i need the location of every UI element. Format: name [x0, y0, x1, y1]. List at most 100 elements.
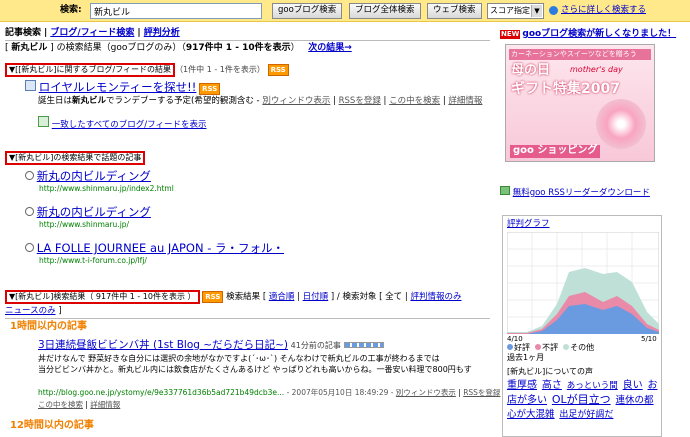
rss-reader-download-link[interactable]: 無料goo RSSリーダーダウンロード — [513, 188, 650, 198]
keyword-link[interactable]: OLが目立つ — [552, 393, 611, 406]
category-12h-heading: 12時間以内の記事 — [10, 420, 94, 431]
category-1h-heading: 1時間以内の記事 — [10, 321, 87, 332]
search-within-link[interactable]: この中を検索 — [389, 96, 440, 106]
article-desc-1: 丼だけなんで 野菜好きな自分には選択の余地がなかですよ(´･ω･`) そんなわけ… — [38, 354, 440, 363]
summary-query: 新丸ビル — [11, 43, 48, 53]
article-actions: この中を検索 | 詳細情報 — [38, 400, 121, 409]
all-blogs-row: 一致したすべてのブログ/フィードを表示 — [38, 116, 206, 131]
flower-image — [596, 99, 646, 149]
divider — [5, 318, 490, 319]
hot-article-item: 新丸の内ビルディング http://www.shinmaru.jp/index2… — [23, 169, 174, 193]
ad-english-title: mother's day — [570, 65, 623, 74]
section-title: [新丸ビル]に関するブログ/フィードの結果 — [18, 65, 172, 74]
blog-icon — [25, 80, 36, 91]
hot-article-url: http://www.t-i-forum.co.jp/lfj/ — [39, 255, 147, 265]
reputation-graph-link[interactable]: 評判グラフ — [507, 219, 550, 230]
score-select[interactable]: スコア指定 ▼ — [487, 3, 544, 19]
news-notice: NEW gooブログ検索が新しくなりました！ — [500, 29, 676, 40]
paperclip-icon — [23, 241, 36, 254]
article-item: 3日連続昼飯ビビンバ丼 (1st Blog ~だらだら日記~) 41分前の記事 — [38, 339, 384, 352]
paperclip-icon — [23, 169, 36, 182]
detail-info-link[interactable]: 詳細情報 — [90, 400, 120, 409]
register-rss-link[interactable]: RSSを登録 — [339, 96, 381, 106]
hot-articles-section-header: ▼[新丸ビル]の検索結果で話題の記事 — [5, 151, 146, 165]
open-new-window-link[interactable]: 別ウィンドウ表示 — [262, 96, 330, 106]
keyword-link[interactable]: 高さ — [542, 380, 562, 391]
article-url: http://blog.goo.ne.jp/ystomy/e/9e337761d… — [38, 388, 285, 397]
tab-blog-feed-search[interactable]: ブログ/フィード検索 — [50, 28, 134, 38]
arrow-circle-icon — [549, 6, 558, 15]
all-blog-search-button[interactable]: ブログ全体検索 — [349, 3, 421, 19]
search-within-link[interactable]: この中を検索 — [38, 400, 83, 409]
news-link[interactable]: gooブログ検索が新しくなりました！ — [522, 29, 676, 39]
article-title[interactable]: 3日連続昼飯ビビンバ丼 (1st Blog ~だらだら日記~) — [38, 339, 288, 351]
section-title: ▼[新丸ビル]検索結果（ 917件中 1 - 10件を表示 ） — [9, 292, 196, 301]
keyword-link[interactable]: 良い — [623, 380, 643, 391]
section-title: ▼[新丸ビル]の検索結果で話題の記事 — [9, 153, 142, 162]
target-reputation-link[interactable]: 評判情報のみ — [410, 292, 461, 302]
hot-article-item: LA FOLLE JOURNEE au JAPON - ラ・フォル・ http:… — [23, 241, 284, 265]
score-bar — [343, 342, 384, 348]
advanced-search-link[interactable]: さらに詳しく検索する — [561, 5, 646, 16]
blog-result-desc: 誕生日は新丸ビルでランデブーする予定(希望的観測含む - 別ウィンドウ表示 | … — [38, 96, 483, 106]
next-results-link[interactable]: 次の結果→ — [308, 43, 352, 53]
other-legend-swatch — [563, 344, 570, 350]
good-legend-swatch — [507, 344, 513, 350]
keywords-label: [新丸ビル]についての声 — [507, 367, 594, 376]
detail-info-link[interactable]: 詳細情報 — [448, 96, 482, 106]
hot-article-title[interactable]: 新丸の内ビルディング — [37, 205, 151, 219]
graph-legend: 好評 不評 その他 — [507, 343, 594, 353]
article-desc-2: 当分ビビンバ丼かと。新丸ビル内には飲食店がたくさんあるけど やっぱりどれも高いか… — [38, 365, 472, 374]
tab-reputation-analysis[interactable]: 評判分析 — [144, 28, 180, 38]
ad-subtitle: カーネーションやスイーツなどを贈ろう — [509, 49, 651, 60]
chevron-down-icon: ▼ — [531, 5, 542, 17]
list-icon — [38, 116, 49, 127]
rss-icon[interactable]: RSS — [199, 83, 221, 95]
goo-blog-search-button[interactable]: gooブログ検索 — [272, 3, 343, 19]
graph-end-label: 5/10 — [641, 335, 657, 343]
blog-result-title[interactable]: ロイヤルレモンティーを探せ!! — [39, 80, 197, 94]
graph-period: 過去1ヶ月 — [507, 353, 545, 362]
sort-relevance-link[interactable]: 適合順 — [269, 292, 295, 302]
article-date: - 2007年05月10日 18:49:29 - — [286, 388, 394, 397]
blog-result-item: ロイヤルレモンティーを探せ!! RSS — [25, 80, 221, 95]
hot-article-url: http://www.shinmaru.jp/index2.html — [39, 183, 174, 193]
keyword-list: 重厚感 高さ あっという間 良い お店が多い OLが目立つ 連休の都心が大混雑 … — [507, 379, 659, 422]
article-meta: http://blog.goo.ne.jp/ystomy/e/9e337761d… — [38, 388, 501, 397]
section-title-box: ▼[[新丸ビル]に関するブログ/フィードの結果 — [5, 63, 176, 77]
rss-icon[interactable]: RSS — [267, 64, 289, 76]
rss-reader-row: 無料goo RSSリーダーダウンロード — [500, 186, 650, 199]
target-news-link[interactable]: ニュースのみ — [5, 306, 56, 316]
hot-article-title[interactable]: LA FOLLE JOURNEE au JAPON - ラ・フォル・ — [37, 241, 284, 255]
download-icon — [500, 186, 510, 195]
tab-article-search[interactable]: 記事検索 — [5, 28, 41, 38]
summary-count: 917件中 1 - 10件を表示 — [185, 43, 291, 53]
reputation-graph — [507, 232, 659, 334]
ad-gift-title: ギフト特集2007 — [511, 81, 620, 97]
hot-article-url: http://www.shinmaru.jp/ — [39, 219, 130, 229]
section-title-box: ▼[新丸ビル]検索結果（ 917件中 1 - 10件を表示 ） — [5, 290, 200, 304]
open-new-window-link[interactable]: 別ウィンドウ表示 — [396, 388, 456, 397]
web-search-button[interactable]: ウェブ検索 — [427, 3, 482, 19]
sort-date-link[interactable]: 日付順 — [303, 292, 329, 302]
reputation-graph-panel: 評判グラフ 4/10 5/10 好評 不評 その他 過去1ヶ月 [新丸ビル]につ… — [502, 215, 662, 437]
mothers-day-ad-banner[interactable]: カーネーションやスイーツなどを贈ろう 母の日 mother's day ギフト特… — [505, 44, 655, 162]
show-all-blogs-link[interactable]: 一致したすべてのブログ/フィードを表示 — [52, 120, 207, 130]
register-rss-link[interactable]: RSSを登録 — [463, 388, 500, 397]
blog-feed-section-header: ▼[[新丸ビル]に関するブログ/フィードの結果 （1件中 1 - 1件を表示） R… — [5, 63, 289, 77]
result-summary: [ 新丸ビル ] の検索結果（gooブログのみ）（917件中 1 - 10件を表… — [5, 43, 352, 53]
divider — [5, 40, 490, 41]
goo-shopping-logo: goo ショッピング — [510, 145, 601, 158]
search-input[interactable] — [90, 3, 262, 19]
sort-label: 検索結果 [ — [226, 292, 267, 302]
ad-title: 母の日 — [511, 63, 551, 78]
keyword-link[interactable]: あっという間 — [567, 381, 618, 391]
search-tabs: 記事検索 | ブログ/フィード検索 | 評判分析 — [5, 28, 180, 38]
paperclip-icon — [23, 205, 36, 218]
rss-icon[interactable]: RSS — [202, 291, 224, 303]
hot-article-title[interactable]: 新丸の内ビルディング — [37, 169, 151, 183]
hot-article-item: 新丸の内ビルディング http://www.shinmaru.jp/ — [23, 205, 151, 229]
keyword-link[interactable]: 重厚感 — [507, 380, 537, 391]
keyword-link[interactable]: 出足が好調だ — [559, 410, 613, 420]
bad-legend-swatch — [535, 344, 542, 350]
